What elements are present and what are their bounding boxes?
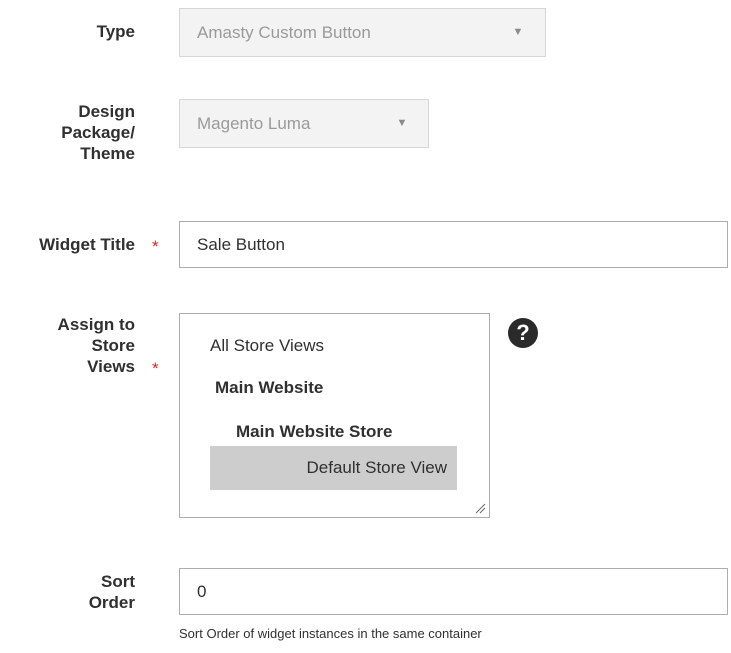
type-select[interactable]: Amasty Custom Button ▼ <box>179 8 546 57</box>
option-main-website[interactable]: Main Website <box>215 376 323 400</box>
theme-select[interactable]: Magento Luma ▼ <box>179 99 429 148</box>
required-marker: * <box>152 237 159 256</box>
resize-handle-icon[interactable] <box>474 502 486 514</box>
theme-select-value: Magento Luma <box>197 114 311 133</box>
chevron-down-icon: ▼ <box>396 117 408 129</box>
required-marker: * <box>152 359 159 378</box>
type-label: Type <box>96 22 135 41</box>
sort-order-value: 0 <box>197 582 207 601</box>
sort-order-label: Sort Order <box>88 572 135 612</box>
widget-title-input[interactable]: Sale Button <box>179 221 728 268</box>
store-views-label: Assign to Store Views <box>57 315 135 376</box>
option-main-website-store[interactable]: Main Website Store <box>236 420 393 444</box>
sort-order-note: Sort Order of widget instances in the sa… <box>179 626 482 641</box>
store-views-multiselect[interactable]: All Store Views Main Website Main Websit… <box>179 313 490 518</box>
option-default-store-view[interactable]: Default Store View <box>210 446 457 490</box>
question-circle-icon[interactable]: ? <box>508 318 538 348</box>
type-select-value: Amasty Custom Button <box>197 23 371 42</box>
option-all-store-views[interactable]: All Store Views <box>210 334 324 358</box>
chevron-down-icon: ▼ <box>512 26 524 38</box>
widget-title-value: Sale Button <box>197 235 285 254</box>
theme-label: Design Package/ Theme <box>61 102 135 163</box>
sort-order-input[interactable]: 0 <box>179 568 728 615</box>
widget-title-label: Widget Title <box>39 235 135 254</box>
